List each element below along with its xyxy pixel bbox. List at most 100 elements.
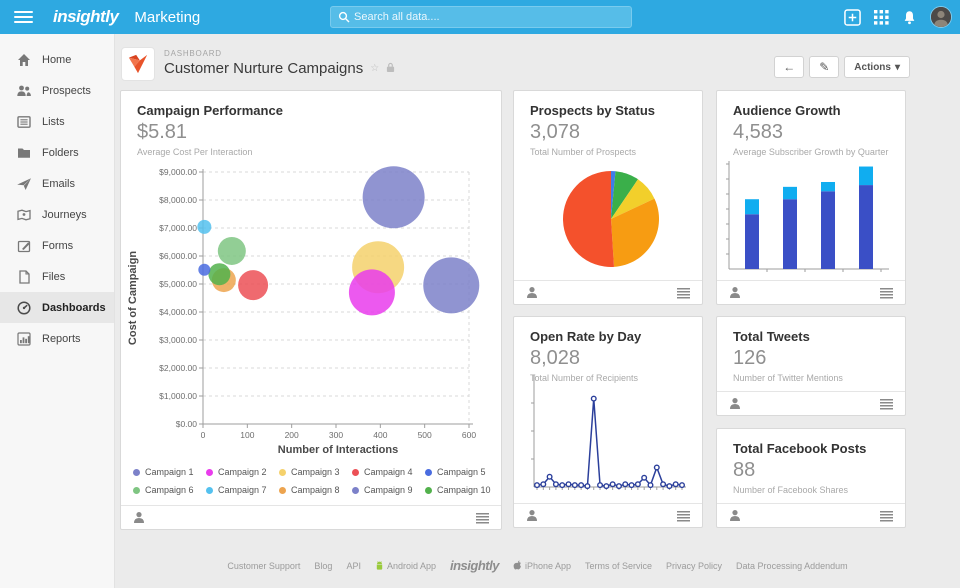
svg-text:$7,000.00: $7,000.00	[159, 223, 197, 233]
edit-button[interactable]: ✎	[809, 56, 839, 78]
sidebar-item-reports[interactable]: Reports	[0, 323, 114, 354]
home-icon	[15, 52, 32, 68]
svg-text:$9,000.00: $9,000.00	[159, 167, 197, 177]
legend-item-campaign-1: Campaign 1	[133, 463, 206, 481]
card-campaign-performance: Campaign Performance $5.81 Average Cost …	[120, 90, 502, 530]
insightly-logo[interactable]: insightly	[53, 7, 118, 27]
sidebar-item-files[interactable]: Files	[0, 261, 114, 292]
card-metric: 88	[733, 459, 889, 482]
card-title: Audience Growth	[733, 103, 889, 118]
sidebar-item-home[interactable]: Home	[0, 44, 114, 75]
sidebar-item-label: Reports	[42, 333, 81, 345]
footer-link-data-processing[interactable]: Data Processing Addendum	[736, 561, 848, 571]
stacked-bar-chart	[717, 157, 897, 287]
footer-link-privacy-policy[interactable]: Privacy Policy	[666, 561, 722, 571]
card-title: Total Tweets	[733, 329, 889, 344]
app-grid-icon[interactable]	[874, 10, 889, 25]
hamburger-menu-icon[interactable]	[14, 8, 33, 26]
sidebar-item-label: Journeys	[42, 209, 87, 221]
footer-insightly-logo[interactable]: insightly	[450, 558, 499, 573]
card-owner-icon[interactable]	[729, 397, 741, 415]
search-icon	[338, 11, 350, 23]
search-input[interactable]	[354, 11, 631, 23]
legend-swatch	[352, 487, 359, 494]
legend-label: Campaign 6	[145, 485, 194, 495]
svg-text:0: 0	[201, 430, 206, 440]
notifications-bell-icon[interactable]	[902, 9, 917, 26]
card-title: Prospects by Status	[530, 103, 686, 118]
svg-text:$6,000.00: $6,000.00	[159, 251, 197, 261]
footer-link-iphone-app[interactable]: iPhone App	[513, 560, 571, 571]
legend-item-campaign-8: Campaign 8	[279, 481, 352, 499]
footer-link-blog[interactable]: Blog	[314, 561, 332, 571]
sidebar-item-label: Lists	[42, 116, 65, 128]
sidebar-item-lists[interactable]: Lists	[0, 106, 114, 137]
card-owner-icon[interactable]	[133, 511, 145, 529]
card-owner-icon[interactable]	[526, 286, 538, 304]
card-metric: 126	[733, 347, 889, 370]
sidebar-item-label: Folders	[42, 147, 79, 159]
card-subtitle: Number of Facebook Shares	[733, 485, 889, 495]
footer-link-android-app[interactable]: Android App	[375, 561, 436, 571]
card-footer	[717, 280, 905, 304]
actions-dropdown-button[interactable]: Actions ▾	[844, 56, 910, 78]
favorite-star-icon[interactable]: ☆	[370, 63, 379, 74]
footer-link-label: iPhone App	[525, 561, 571, 571]
footer-link-api[interactable]: API	[346, 561, 361, 571]
card-owner-icon[interactable]	[526, 509, 538, 527]
prospects-icon	[15, 83, 32, 99]
svg-text:600: 600	[462, 430, 476, 440]
svg-text:$0.00: $0.00	[176, 419, 198, 429]
footer-link-terms-of-service[interactable]: Terms of Service	[585, 561, 652, 571]
card-footer	[717, 503, 905, 527]
sidebar-item-emails[interactable]: Emails	[0, 168, 114, 199]
svg-text:200: 200	[285, 430, 299, 440]
legend-label: Campaign 7	[218, 485, 267, 495]
card-menu-icon[interactable]	[677, 509, 690, 527]
card-footer	[717, 391, 905, 415]
card-menu-icon[interactable]	[677, 286, 690, 304]
sidebar-item-forms[interactable]: Forms	[0, 230, 114, 261]
card-menu-icon[interactable]	[476, 511, 489, 529]
chevron-down-icon: ▾	[895, 62, 900, 73]
app-window: insightly Marketing Home	[0, 0, 960, 588]
card-title: Open Rate by Day	[530, 329, 686, 344]
footer-link-customer-support[interactable]: Customer Support	[227, 561, 300, 571]
legend-item-campaign-2: Campaign 2	[206, 463, 279, 481]
user-avatar[interactable]	[930, 6, 952, 28]
card-owner-icon[interactable]	[729, 509, 741, 527]
legend-swatch	[425, 469, 432, 476]
sidebar-item-dashboards[interactable]: Dashboards	[0, 292, 114, 323]
legend-label: Campaign 8	[291, 485, 340, 495]
card-owner-icon[interactable]	[729, 286, 741, 304]
sidebar-item-folders[interactable]: Folders	[0, 137, 114, 168]
lists-icon	[15, 114, 32, 130]
sidebar-item-label: Files	[42, 271, 65, 283]
app-name: Marketing	[134, 9, 200, 26]
svg-text:300: 300	[329, 430, 343, 440]
page-footer: Customer Support Blog API Android App in…	[115, 558, 960, 573]
svg-text:$8,000.00: $8,000.00	[159, 195, 197, 205]
card-metric: $5.81	[137, 121, 485, 144]
card-metric: 4,583	[733, 121, 889, 144]
card-footer	[514, 280, 702, 304]
svg-text:$1,000.00: $1,000.00	[159, 391, 197, 401]
legend-label: Campaign 4	[364, 467, 413, 477]
bubble-chart-legend: Campaign 1Campaign 2Campaign 3Campaign 4…	[133, 463, 498, 499]
legend-label: Campaign 10	[437, 485, 491, 495]
apple-icon	[513, 560, 522, 571]
card-menu-icon[interactable]	[880, 509, 893, 527]
svg-text:Number of Interactions: Number of Interactions	[278, 444, 398, 456]
sidebar-item-prospects[interactable]: Prospects	[0, 75, 114, 106]
lock-icon	[386, 62, 395, 76]
sidebar-item-journeys[interactable]: Journeys	[0, 199, 114, 230]
insightly-bird-icon	[127, 53, 149, 75]
card-total-tweets: Total Tweets 126 Number of Twitter Menti…	[716, 316, 906, 416]
back-button[interactable]: ←	[774, 56, 804, 78]
actions-label: Actions	[854, 62, 891, 73]
add-new-icon[interactable]	[844, 9, 861, 26]
card-menu-icon[interactable]	[880, 286, 893, 304]
gauge-icon	[15, 300, 32, 316]
card-subtitle: Total Number of Prospects	[530, 147, 686, 157]
card-menu-icon[interactable]	[880, 397, 893, 415]
